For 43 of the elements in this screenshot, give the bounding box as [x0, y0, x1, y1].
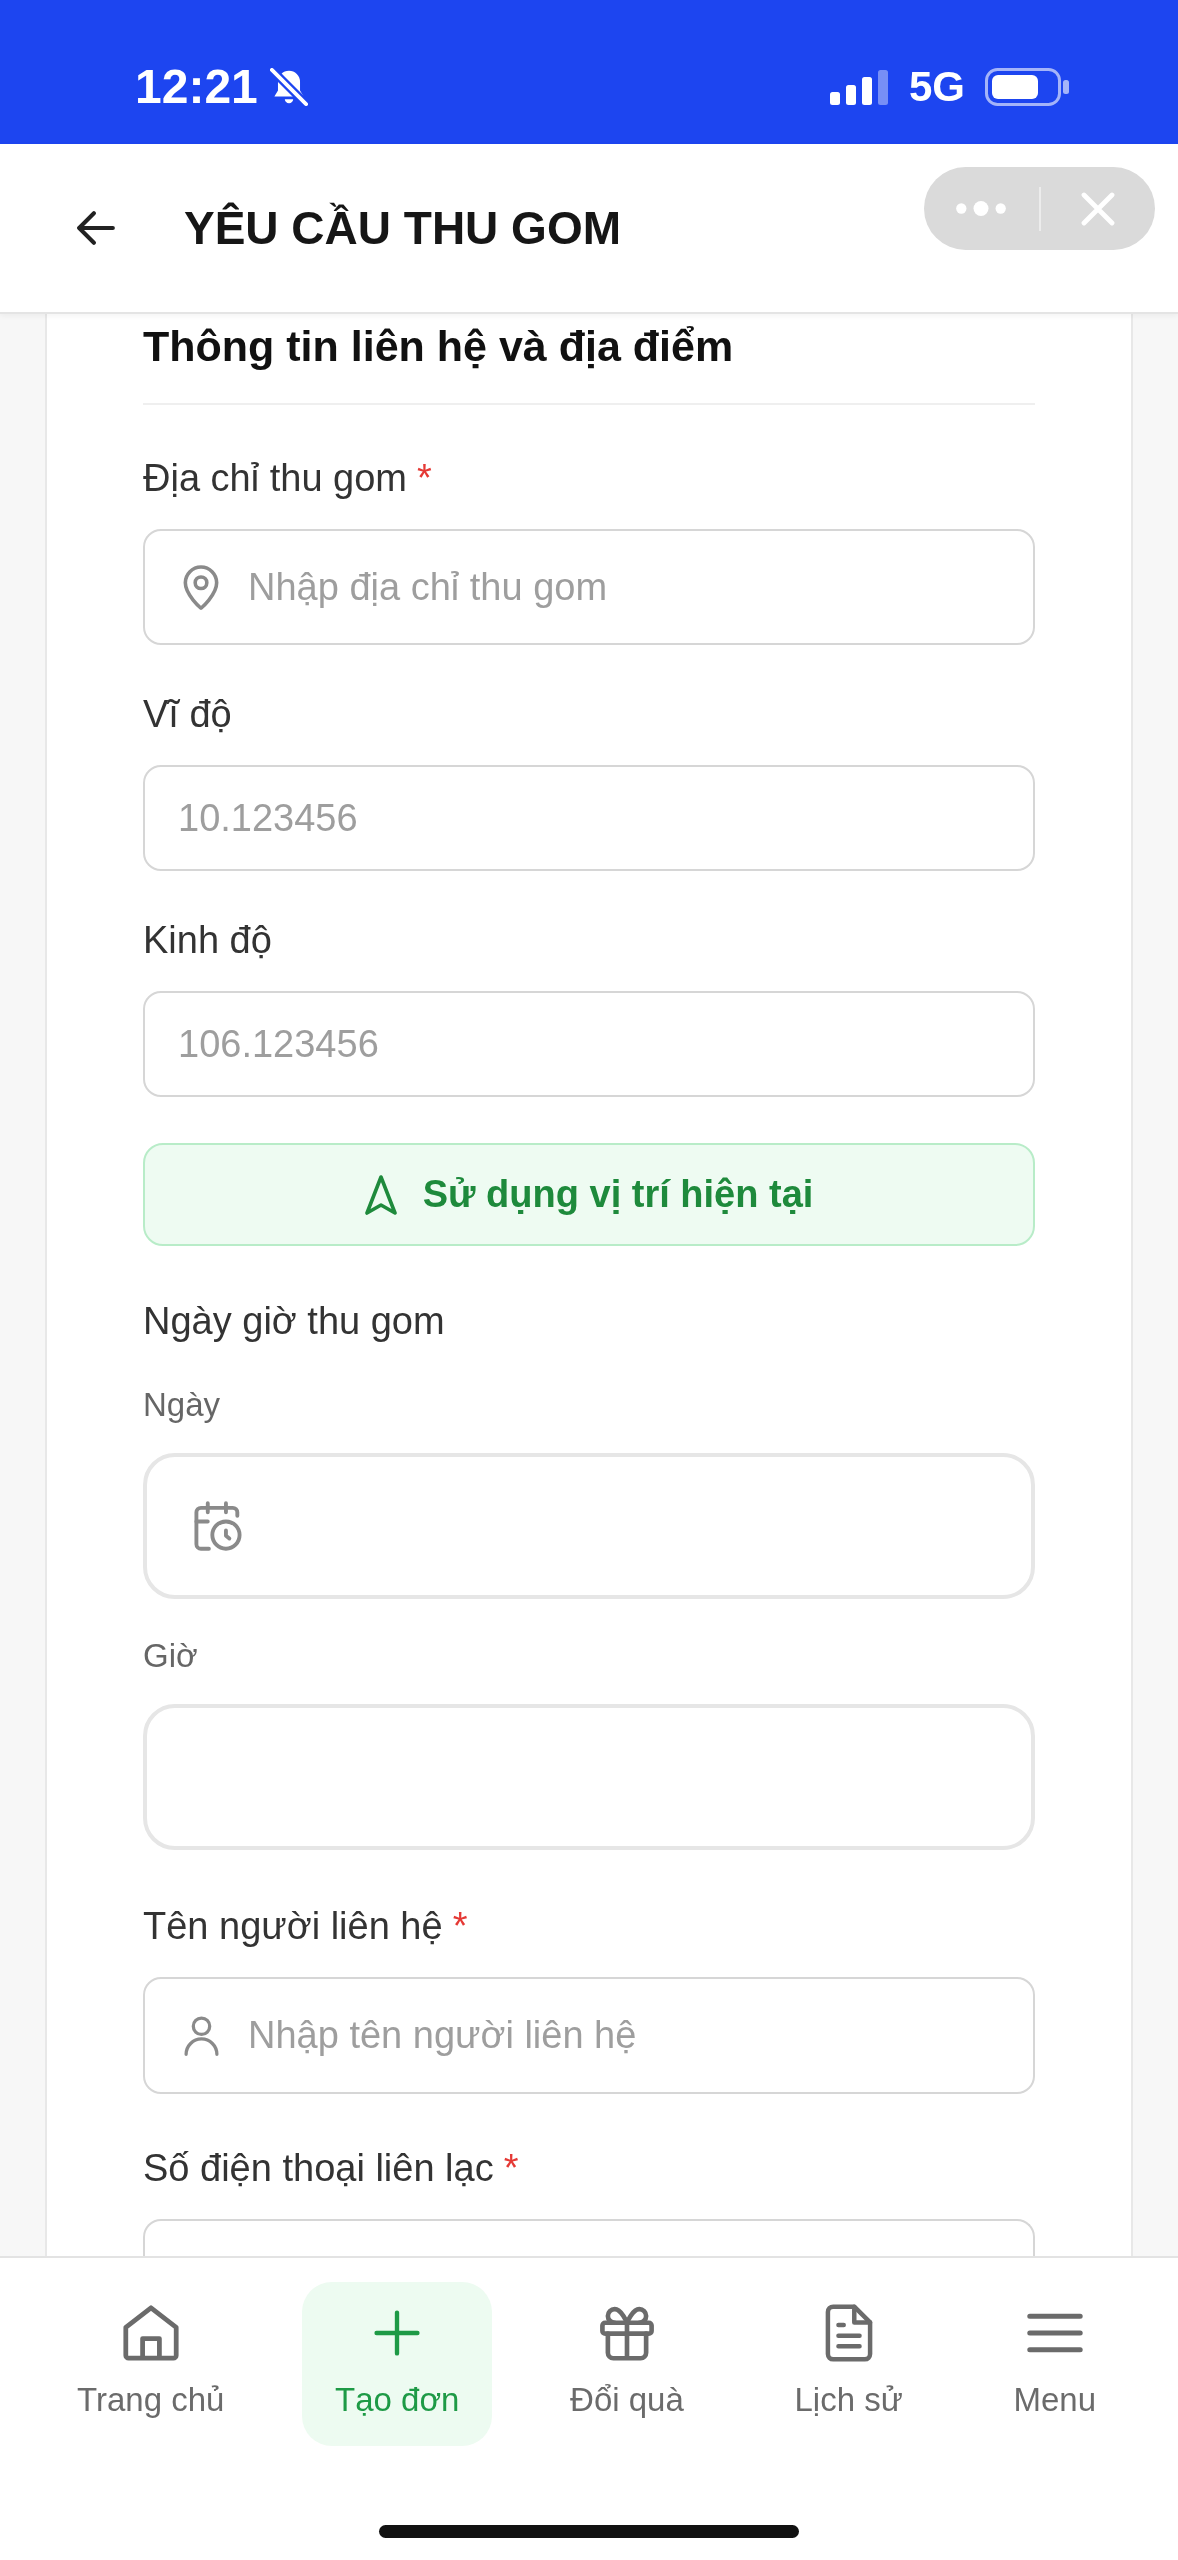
plus-icon	[374, 2310, 421, 2356]
field-label: Địa chỉ thu gom	[143, 456, 407, 501]
home-icon	[122, 2305, 179, 2361]
field-label: Kinh độ	[143, 918, 272, 963]
field-label: Tên người liên hệ	[143, 1904, 443, 1949]
status-time: 12:21	[135, 59, 258, 115]
battery-icon	[985, 68, 1069, 106]
back-button[interactable]	[77, 211, 115, 245]
date-field[interactable]	[143, 1453, 1035, 1599]
phone-field[interactable]	[143, 2219, 1035, 2256]
pin-icon	[183, 563, 219, 611]
field-label: Giờ	[143, 1636, 198, 1676]
nav-tab[interactable]: Tạo đơn	[302, 2282, 493, 2446]
required-mark: *	[452, 1904, 468, 1949]
calendar-clock-icon	[194, 1501, 242, 1551]
section-title: Thông tin liên hệ và địa điểm	[143, 321, 735, 372]
person-icon	[184, 2015, 219, 2056]
nav-tab[interactable]: Menu	[980, 2282, 1129, 2446]
dots-icon	[955, 201, 1008, 216]
document-icon	[824, 2304, 873, 2362]
address-field[interactable]: Nhập địa chỉ thu gom	[143, 529, 1035, 645]
required-mark: *	[503, 2146, 519, 2191]
menu-icon	[1026, 2312, 1083, 2354]
coordinate-field[interactable]: 10.123456	[143, 765, 1035, 871]
arrow-left-icon	[77, 211, 115, 245]
close-icon	[1080, 191, 1115, 226]
navigation-arrow-icon	[364, 1174, 397, 1215]
nav-tab[interactable]: Trang chủ	[44, 2282, 258, 2446]
use-location-button[interactable]: Sử dụng vị trí hiện tại	[143, 1143, 1035, 1246]
signal-icon	[829, 69, 889, 105]
contact-name-field[interactable]: Nhập tên người liên hệ	[143, 1977, 1035, 2094]
subsection-title: Ngày giờ thu gom	[143, 1299, 446, 1344]
required-mark: *	[417, 456, 432, 501]
gift-icon	[598, 2305, 655, 2361]
field-label: Số điện thoại liên lạc	[143, 2146, 494, 2191]
field-label: Vĩ độ	[143, 692, 232, 737]
nav-tab[interactable]: Đổi quà	[537, 2282, 717, 2446]
page-title: YÊU CẦU THU GOM	[184, 201, 621, 256]
field-label: Ngày	[143, 1385, 221, 1425]
time-field[interactable]	[143, 1704, 1035, 1850]
network-label: 5G	[908, 62, 965, 112]
coordinate-field[interactable]: 106.123456	[143, 991, 1035, 1097]
nav-tab[interactable]: Lịch sử	[761, 2282, 936, 2446]
